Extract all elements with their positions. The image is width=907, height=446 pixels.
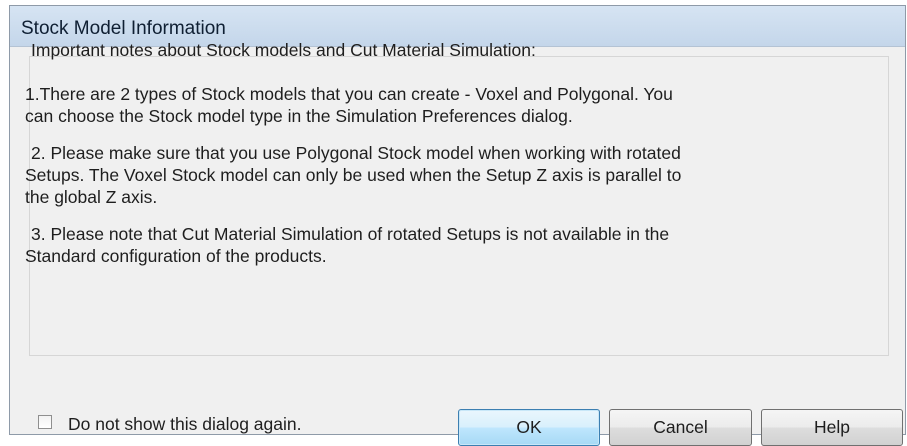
- note-2-line-3: the global Z axis.: [25, 187, 158, 207]
- stock-model-info-dialog: Stock Model Information Important notes …: [9, 5, 906, 446]
- help-button[interactable]: Help: [761, 409, 903, 446]
- dont-show-again-checkbox[interactable]: [38, 415, 52, 429]
- ok-button[interactable]: OK: [458, 409, 600, 446]
- note-3-line-2: Standard configuration of the products.: [25, 246, 327, 266]
- notes-heading: Important notes about Stock models and C…: [31, 40, 536, 60]
- note-1-line-1: 1.There are 2 types of Stock models that…: [25, 84, 673, 104]
- note-2-line-1: 2. Please make sure that you use Polygon…: [31, 143, 681, 163]
- dont-show-again-label[interactable]: Do not show this dialog again.: [68, 413, 301, 435]
- note-1-line-2: can choose the Stock model type in the S…: [25, 106, 573, 126]
- note-3-line-1: 3. Please note that Cut Material Simulat…: [31, 224, 670, 244]
- note-2-line-2: Setups. The Voxel Stock model can only b…: [25, 165, 682, 185]
- cancel-button[interactable]: Cancel: [609, 409, 752, 446]
- dialog-title: Stock Model Information: [21, 18, 226, 39]
